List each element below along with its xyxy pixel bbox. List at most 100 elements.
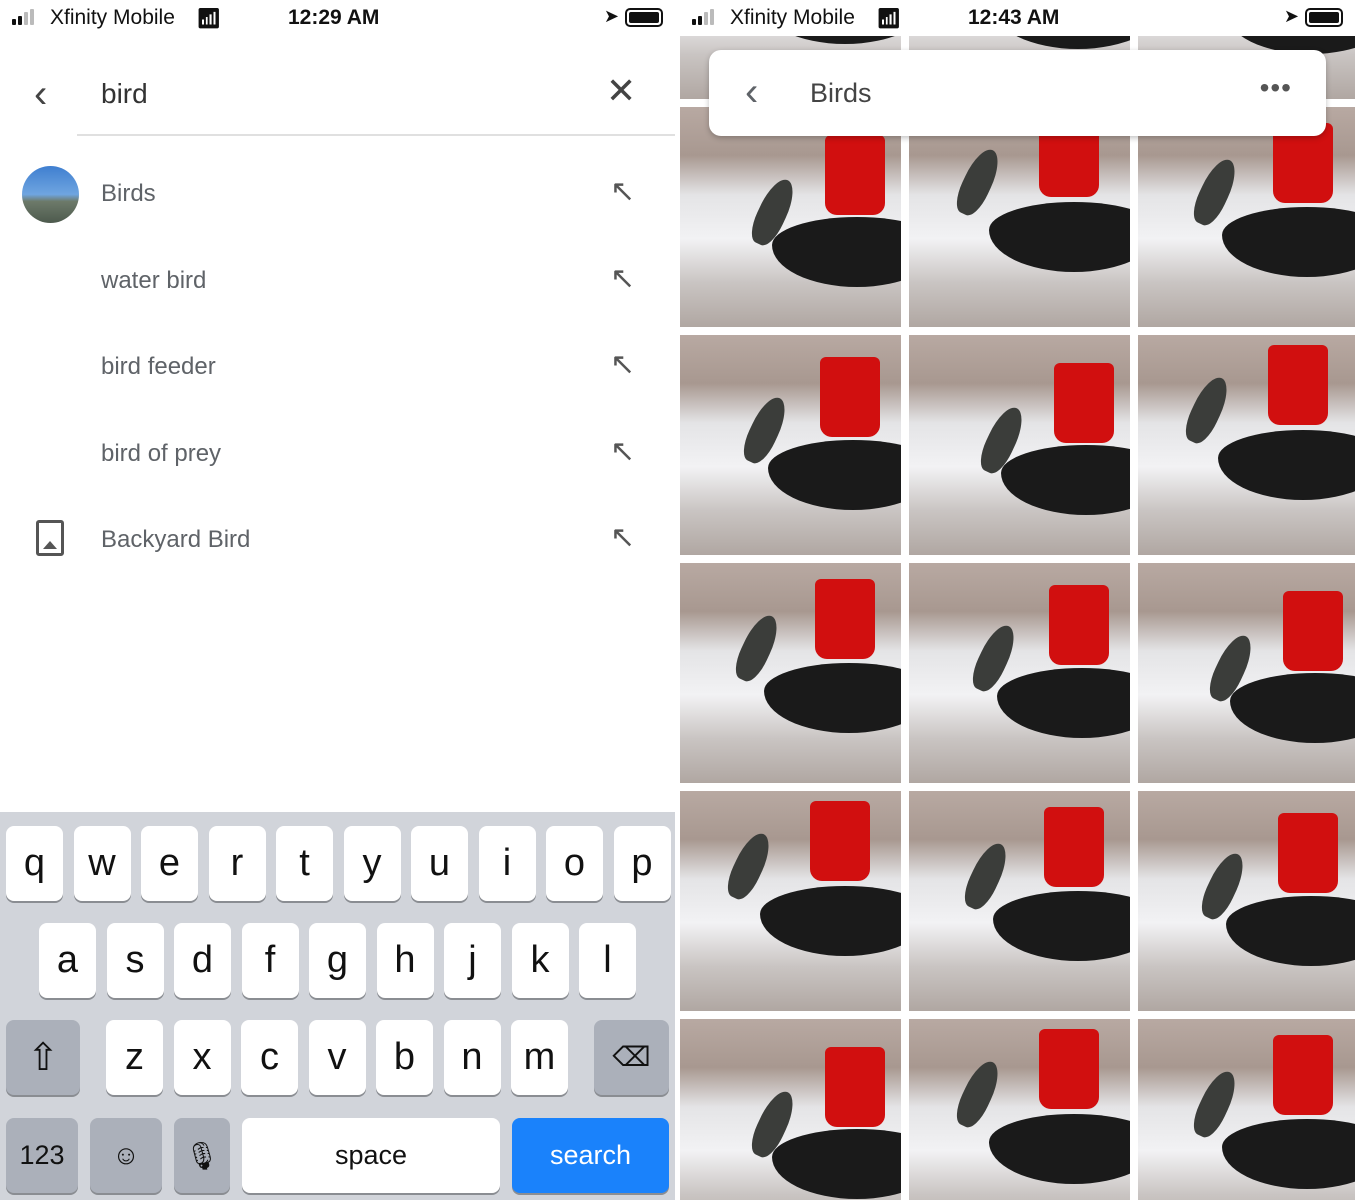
key-c[interactable]: c: [241, 1020, 298, 1095]
battery-icon: [625, 8, 663, 27]
key-r[interactable]: r: [208, 826, 266, 901]
photo-thumbnail[interactable]: [1138, 335, 1355, 555]
photo-thumbnail[interactable]: [680, 335, 901, 555]
key-j[interactable]: j: [444, 923, 501, 998]
backspace-key[interactable]: ⌫: [594, 1020, 669, 1095]
wifi-icon: 📶︎: [876, 8, 902, 30]
suggestion-label: Birds: [101, 180, 156, 207]
key-z[interactable]: z: [106, 1020, 163, 1095]
fill-query-arrow-icon[interactable]: ↖: [610, 174, 635, 209]
fill-query-arrow-icon[interactable]: ↖: [610, 261, 635, 296]
feeder-dish: [772, 1129, 901, 1199]
key-u[interactable]: u: [411, 826, 468, 901]
feeder-red: [815, 579, 875, 659]
photo-thumbnail[interactable]: [909, 1019, 1130, 1200]
suggestion-item[interactable]: Birds ↖: [0, 154, 675, 234]
signal-icon: [692, 9, 714, 25]
feeder-dish: [1226, 896, 1355, 966]
hummingbird: [958, 838, 1014, 914]
feeder-red: [1054, 363, 1114, 443]
key-q[interactable]: q: [6, 826, 63, 901]
album-icon: [36, 520, 64, 556]
photo-thumbnail[interactable]: [909, 791, 1130, 1011]
feeder-red: [1278, 813, 1338, 893]
photo-thumbnail[interactable]: [1138, 1019, 1355, 1200]
key-h[interactable]: h: [376, 923, 434, 998]
key-x[interactable]: x: [173, 1020, 231, 1095]
carrier-name: Xfinity Mobile: [730, 6, 855, 29]
key-m[interactable]: m: [511, 1020, 568, 1095]
suggestion-item[interactable]: water bird ↖: [0, 241, 675, 321]
key-d[interactable]: d: [174, 923, 231, 998]
key-b[interactable]: b: [376, 1020, 433, 1095]
photo-thumbnail[interactable]: [1138, 791, 1355, 1011]
numbers-key[interactable]: 123: [6, 1118, 78, 1193]
key-s[interactable]: s: [106, 923, 164, 998]
key-p[interactable]: p: [613, 826, 671, 901]
more-options-button[interactable]: •••: [1260, 72, 1292, 104]
feeder-red: [825, 1047, 885, 1127]
wifi-icon: 📶︎: [196, 8, 222, 30]
album-thumbnail: [22, 166, 79, 223]
feeder-dish: [772, 217, 901, 287]
search-input[interactable]: [101, 78, 551, 110]
photo-thumbnail[interactable]: [1138, 563, 1355, 783]
key-v[interactable]: v: [308, 1020, 366, 1095]
suggestion-label: bird of prey: [101, 439, 222, 467]
key-i[interactable]: i: [478, 826, 536, 901]
feeder-red: [1273, 1035, 1333, 1115]
photo-thumbnail[interactable]: [909, 563, 1130, 783]
feeder-dish: [997, 668, 1130, 738]
shift-key[interactable]: ⇧: [6, 1020, 80, 1095]
back-button[interactable]: ‹: [34, 72, 47, 117]
feeder-red: [820, 357, 880, 437]
fill-query-arrow-icon[interactable]: ↖: [610, 347, 635, 382]
photo-thumbnail[interactable]: [1138, 107, 1355, 327]
status-bar: Xfinity Mobile 📶︎ 12:43 AM ➤: [680, 0, 1355, 36]
key-n[interactable]: n: [443, 1020, 501, 1095]
photo-thumbnail[interactable]: [680, 563, 901, 783]
fill-query-arrow-icon[interactable]: ↖: [610, 520, 635, 555]
key-f[interactable]: f: [241, 923, 299, 998]
feeder-dish: [993, 891, 1130, 961]
clear-search-button[interactable]: ✕: [606, 70, 636, 112]
key-w[interactable]: w: [73, 826, 131, 901]
suggestion-label: bird feeder: [101, 353, 216, 380]
emoji-key[interactable]: ☺: [90, 1118, 162, 1193]
space-key[interactable]: space: [242, 1118, 500, 1193]
key-a[interactable]: a: [39, 923, 96, 998]
key-y[interactable]: y: [343, 826, 401, 901]
key-o[interactable]: o: [546, 826, 603, 901]
hummingbird: [1187, 1066, 1243, 1142]
key-k[interactable]: k: [511, 923, 569, 998]
photo-thumbnail[interactable]: [680, 1019, 901, 1200]
suggestion-item[interactable]: Backyard Bird ↖: [0, 500, 675, 580]
feeder-red: [1044, 807, 1104, 887]
suggestion-item[interactable]: bird of prey ↖: [0, 414, 675, 494]
microphone-key[interactable]: 🎙︎: [174, 1118, 230, 1193]
fill-query-arrow-icon[interactable]: ↖: [610, 434, 635, 469]
keyboard: q w e r t y u i o p a s d f g h j k l ⇧ z x c v b n m ⌫ 123 ☺ 🎙︎ space s…: [0, 812, 675, 1200]
search-key[interactable]: search: [512, 1118, 669, 1193]
feeder-dish: [1001, 445, 1130, 515]
back-button[interactable]: ‹: [745, 70, 758, 115]
suggestion-item[interactable]: bird feeder ↖: [0, 327, 675, 407]
key-l[interactable]: l: [579, 923, 636, 998]
photo-thumbnail[interactable]: [909, 335, 1130, 555]
key-t[interactable]: t: [276, 826, 333, 901]
photo-thumbnail[interactable]: [680, 791, 901, 1011]
location-icon: ➤: [1283, 6, 1299, 26]
hummingbird: [950, 144, 1006, 220]
status-time: 12:43 AM: [968, 6, 1060, 29]
feeder-red: [1049, 585, 1109, 665]
photo-thumbnail[interactable]: [909, 107, 1130, 327]
signal-icon: [12, 9, 34, 25]
photo-thumbnail[interactable]: [680, 107, 901, 327]
feeder-dish: [1222, 1119, 1355, 1189]
feeder-dish: [1222, 207, 1355, 277]
feeder-red: [810, 801, 870, 881]
key-g[interactable]: g: [309, 923, 366, 998]
status-bar: Xfinity Mobile 📶︎ 12:29 AM ➤: [0, 0, 675, 36]
hummingbird: [950, 1056, 1006, 1132]
key-e[interactable]: e: [141, 826, 198, 901]
